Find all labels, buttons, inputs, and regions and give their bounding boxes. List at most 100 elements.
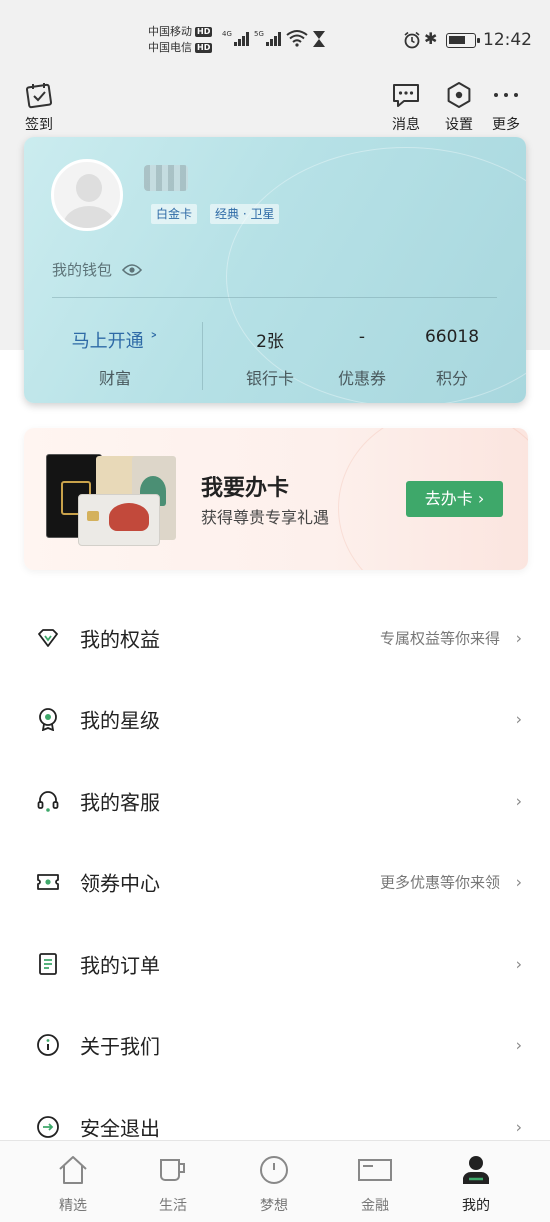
card-type-tag: 经典 · 卫星 <box>210 204 280 224</box>
finance-icon <box>358 1159 392 1181</box>
menu-list: 我的权益 专属权益等你来得 › 我的星级 › 我的客服 › 领券中心 更多优惠等… <box>0 597 550 1168</box>
open-wealth-link[interactable]: 马上开通 ˃ <box>66 327 164 352</box>
bank-card-stat[interactable]: 2张 银行卡 <box>235 327 305 389</box>
alarm-icon <box>404 31 420 49</box>
avatar[interactable] <box>51 159 123 231</box>
messages-label: 消息 <box>392 117 420 133</box>
tab-life[interactable]: 生活 <box>143 1153 203 1215</box>
carrier-1: 中国移动 <box>148 25 192 38</box>
menu-label: 安全退出 <box>80 1116 160 1141</box>
checkin-button[interactable]: 签到 <box>25 80 53 134</box>
menu-item-benefits[interactable]: 我的权益 专属权益等你来得 › <box>0 597 550 679</box>
tab-label: 梦想 <box>260 1198 288 1214</box>
coupon-label: 优惠券 <box>337 369 386 388</box>
more-label: 更多 <box>492 117 520 133</box>
cup-icon <box>160 1159 185 1181</box>
eye-icon[interactable] <box>122 263 143 277</box>
status-time: 12:42 <box>483 30 532 50</box>
hourglass-icon <box>313 31 325 47</box>
tab-label: 生活 <box>159 1198 187 1214</box>
bottom-tab-bar: 精选 生活 梦想 金融 我的 <box>0 1140 550 1222</box>
signal-icon: 5G <box>254 30 281 46</box>
menu-hint: 更多优惠等你来领 <box>379 873 500 892</box>
hd-badge: HD <box>195 27 213 37</box>
menu-label: 领券中心 <box>80 871 160 896</box>
chevron-right-icon: › <box>515 628 522 648</box>
menu-label: 我的订单 <box>80 953 160 978</box>
messages-button[interactable]: 消息 <box>392 80 420 134</box>
logout-icon <box>37 1115 59 1138</box>
wallet-row[interactable]: 我的钱包 <box>52 259 143 280</box>
menu-label: 我的客服 <box>80 790 160 815</box>
headset-icon <box>37 790 59 812</box>
tab-dream[interactable]: 梦想 <box>244 1153 304 1215</box>
chevron-right-icon: › <box>515 1117 522 1137</box>
chevron-right-icon: › <box>515 709 522 729</box>
hd-badge: HD <box>195 43 213 53</box>
chevron-right-icon: › <box>515 954 522 974</box>
network-type: 4G <box>222 30 232 38</box>
wifi-icon <box>286 30 308 47</box>
wealth-stat[interactable]: 马上开通 ˃ 财富 <box>66 327 164 389</box>
card-divider <box>52 297 497 298</box>
points-stat[interactable]: 66018 积分 <box>417 327 487 389</box>
star-level-icon <box>39 708 57 732</box>
gear-icon <box>447 82 471 108</box>
battery-icon <box>446 33 480 48</box>
tab-finance[interactable]: 金融 <box>345 1153 405 1215</box>
points-label: 积分 <box>435 369 468 388</box>
checkin-label: 签到 <box>25 117 53 133</box>
bank-card-label: 银行卡 <box>245 369 294 388</box>
settings-label: 设置 <box>445 117 473 133</box>
menu-item-about[interactable]: 关于我们 › <box>0 1005 550 1087</box>
tab-label: 我的 <box>462 1198 490 1214</box>
person-icon <box>463 1156 489 1184</box>
chevron-right-icon: › <box>515 791 522 811</box>
bluetooth-icon: ✱ <box>424 29 438 48</box>
tab-label: 精选 <box>59 1198 87 1214</box>
menu-item-orders[interactable]: 我的订单 › <box>0 923 550 1005</box>
wallet-label: 我的钱包 <box>52 261 113 279</box>
order-icon <box>39 952 57 975</box>
wealth-label: 财富 <box>98 369 131 388</box>
coupon-icon <box>37 874 59 891</box>
dream-icon <box>260 1156 288 1184</box>
menu-item-star-level[interactable]: 我的星级 › <box>0 679 550 761</box>
menu-label: 我的权益 <box>80 627 160 652</box>
more-button[interactable]: 更多 <box>492 80 520 134</box>
status-bar: 中国移动 HD 中国电信 HD 4G 5G ✱ 12:42 <box>0 0 550 78</box>
promo-subtitle: 获得尊贵专享礼遇 <box>201 508 330 527</box>
tab-mine[interactable]: 我的 <box>446 1153 506 1215</box>
tab-featured[interactable]: 精选 <box>43 1153 103 1215</box>
coupon-count: - <box>358 327 366 347</box>
promo-title: 我要办卡 <box>201 476 290 501</box>
tier-tag: 白金卡 <box>151 204 198 224</box>
user-name-blurred <box>144 165 188 191</box>
chevron-right-icon: › <box>515 1035 522 1055</box>
menu-label: 关于我们 <box>80 1034 160 1059</box>
calendar-check-icon <box>25 83 53 109</box>
carrier-info: 中国移动 HD 中国电信 HD <box>148 24 213 56</box>
carrier-2: 中国电信 <box>148 41 192 54</box>
message-icon <box>393 84 419 107</box>
menu-item-customer-service[interactable]: 我的客服 › <box>0 760 550 842</box>
chevron-right-icon: › <box>515 872 522 892</box>
member-card[interactable]: 白金卡 经典 · 卫星 我的钱包 马上开通 ˃ 财富 2张 银行卡 - 优惠券 … <box>24 137 526 403</box>
apply-card-button[interactable]: 去办卡 › <box>406 481 503 517</box>
credit-cards-image <box>46 454 176 546</box>
bank-card-count: 2张 <box>256 332 284 352</box>
settings-button[interactable]: 设置 <box>445 80 473 134</box>
diamond-icon <box>38 628 58 647</box>
apply-card-banner[interactable]: 我要办卡 获得尊贵专享礼遇 去办卡 › <box>24 428 528 570</box>
menu-item-coupon-center[interactable]: 领券中心 更多优惠等你来领 › <box>0 842 550 924</box>
network-type: 5G <box>254 30 264 38</box>
menu-hint: 专属权益等你来得 <box>379 629 500 648</box>
more-dots-icon <box>494 93 518 97</box>
menu-label: 我的星级 <box>80 708 160 733</box>
info-icon <box>37 1034 59 1057</box>
points-count: 66018 <box>424 327 480 347</box>
home-icon <box>59 1156 87 1184</box>
tab-label: 金融 <box>361 1198 389 1214</box>
coupon-stat[interactable]: - 优惠券 <box>327 327 397 389</box>
signal-icon: 4G <box>222 30 249 46</box>
